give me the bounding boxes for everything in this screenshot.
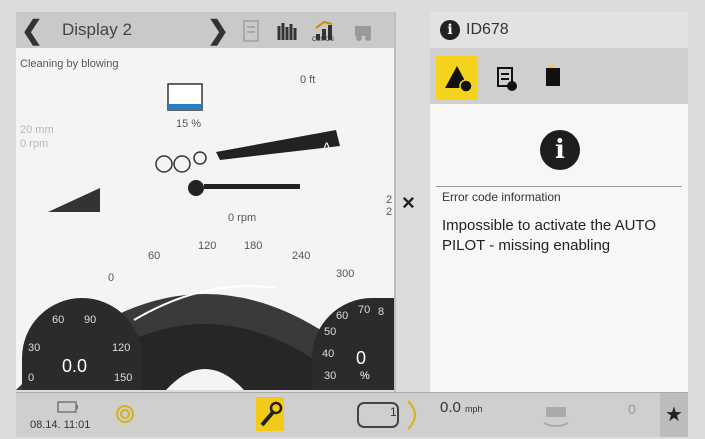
- rotate-machine-icon[interactable]: [540, 399, 574, 429]
- left-value-rpm: 0 rpm: [20, 138, 49, 150]
- side-value-2: 2: [386, 206, 393, 218]
- crop-icon[interactable]: [274, 18, 300, 44]
- speed-value: 0.0: [440, 399, 461, 416]
- divider-line: [436, 186, 682, 187]
- chevron-right-icon[interactable]: ❯: [204, 16, 232, 44]
- rollers-graphic: [155, 151, 207, 173]
- left-dial-tick-30: 30: [28, 342, 41, 354]
- tab-clipboard-info[interactable]: [484, 56, 526, 100]
- display-title: Display 2: [62, 20, 132, 39]
- right-dial-tick-8: 8: [378, 306, 385, 318]
- wrench-icon: [260, 401, 283, 427]
- right-dial-tick-30: 30: [324, 370, 337, 382]
- gear-number: 1: [390, 405, 397, 419]
- battery-icon: [57, 401, 78, 413]
- left-dial-tick-120: 120: [112, 342, 131, 354]
- sieve-percent: 15 %: [176, 118, 202, 130]
- chevron-left-icon[interactable]: ❮: [18, 16, 46, 44]
- left-value-mm: 20 mm: [20, 124, 54, 136]
- error-section-label: Error code information: [442, 190, 561, 204]
- clipboard-info-icon: [497, 67, 517, 91]
- top-value: 0 ft: [300, 74, 316, 86]
- rotor-graphic: [188, 180, 300, 196]
- speed-gauge: 0 60 120 180 240 300 30 60 90 120 150 0 …: [16, 228, 394, 390]
- right-dial-tick-50: 50: [324, 326, 337, 338]
- info-tabs: [430, 48, 688, 104]
- left-dial-value: 0.0: [62, 356, 88, 376]
- status-bar: 08.14. 11:01 1 0.0 mph 0 ★: [16, 392, 688, 437]
- sieve-icon: [167, 83, 203, 111]
- service-button[interactable]: [256, 397, 284, 431]
- info-icon: i: [440, 20, 460, 40]
- gauge-tick-0: 0: [108, 272, 115, 284]
- machine-camera-icon[interactable]: [350, 18, 376, 44]
- marker-a: A: [322, 139, 332, 155]
- threshing-drum-graphic: A: [216, 130, 340, 160]
- right-dial-tick-60: 60: [336, 310, 349, 322]
- date-time: 08.14. 11:01: [30, 419, 91, 431]
- star-icon[interactable]: ★: [660, 393, 688, 437]
- right-dial-value: 0: [356, 348, 367, 368]
- document-icon[interactable]: [238, 18, 264, 44]
- info-large-icon: i: [540, 130, 580, 170]
- gauge-tick-120: 120: [198, 240, 217, 252]
- error-id: ID678: [466, 21, 509, 38]
- rotor-rpm: 0 rpm: [228, 212, 257, 224]
- tab-warning-info[interactable]: [436, 56, 478, 100]
- gauge-tick-300: 300: [336, 268, 355, 280]
- right-dial-tick-70: 70: [358, 304, 371, 316]
- gauge-tick-180: 180: [244, 240, 263, 252]
- signal-ring-icon[interactable]: [114, 403, 136, 425]
- side-value-1: 2: [386, 194, 393, 206]
- warning-info-icon: [445, 66, 473, 93]
- header-height-graphic: [48, 188, 100, 212]
- gauge-tick-240: 240: [292, 250, 311, 262]
- left-dial-tick-0: 0: [28, 372, 35, 384]
- error-message: Impossible to activate the AUTO PILOT - …: [442, 217, 656, 254]
- close-icon[interactable]: ×: [402, 190, 415, 216]
- right-dial-unit: %: [360, 370, 370, 382]
- speed-unit: mph: [465, 404, 483, 414]
- info-header: i ID678: [430, 12, 688, 48]
- gauge-tick-60: 60: [148, 250, 161, 262]
- display-header: ❮ Display 2 ❯ CEMOS: [16, 12, 394, 49]
- left-dial-tick-90: 90: [84, 314, 97, 326]
- tab-book[interactable]: [532, 56, 574, 100]
- info-panel: i ID678 i Error code information Impossi…: [430, 12, 688, 392]
- terminal-screen: ❮ Display 2 ❯ CEMOS Cleaning by blowing …: [0, 0, 705, 439]
- counter-value: 0: [628, 401, 636, 417]
- left-dial-tick-60: 60: [52, 314, 65, 326]
- right-dial-tick-40: 40: [322, 348, 335, 360]
- mode-label: Cleaning by blowing: [20, 58, 119, 70]
- book-icon: [546, 64, 560, 86]
- cemos-label: CEMOS: [312, 37, 335, 43]
- panel-divider: [394, 12, 396, 392]
- speed-readout: 0.0 mph: [440, 399, 483, 416]
- left-dial-tick-150: 150: [114, 372, 133, 384]
